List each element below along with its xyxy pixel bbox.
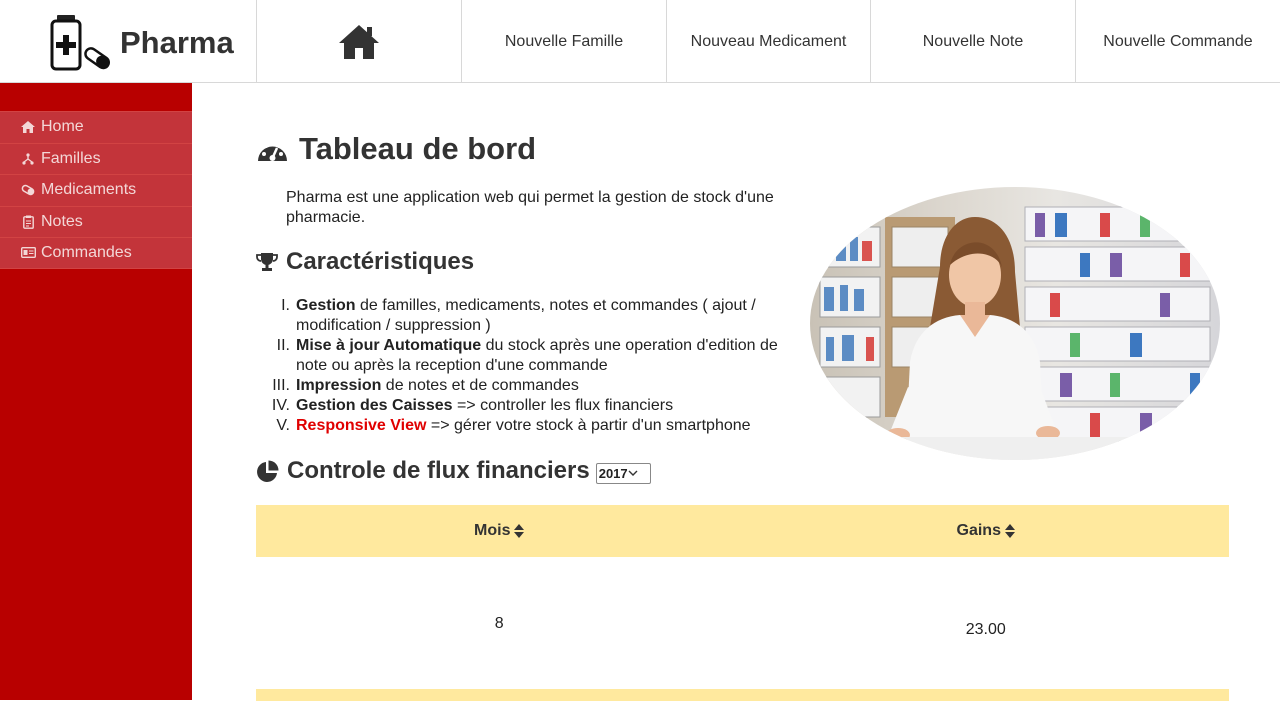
feature-item: I. Gestion de familles, medicaments, note… [281, 297, 756, 334]
sidebar-menu: Home Familles Medicaments Notes Commande… [0, 111, 192, 269]
sidebar-item-medicaments[interactable]: Medicaments [0, 174, 192, 206]
feature-item: V. Responsive View => gérer votre stock à… [276, 417, 751, 434]
features-heading-text: Caractéristiques [286, 248, 475, 275]
nav-nouveau-medicament[interactable]: Nouveau Medicament [667, 0, 871, 83]
feature-item: IV. Gestion des Caisses => controller les… [271, 397, 674, 414]
flux-heading: Controle de flux financiers 2017 [256, 457, 651, 485]
column-header-gains[interactable]: Gains [743, 505, 1230, 557]
sidebar-item-familles[interactable]: Familles [0, 142, 192, 174]
sidebar-item-label: Commandes [41, 243, 132, 261]
nav-nouvelle-note[interactable]: Nouvelle Note [871, 0, 1076, 83]
sidebar: Home Familles Medicaments Notes Commande… [0, 83, 192, 700]
top-navbar: Pharma Nouvelle Famille Nouveau Medicame… [0, 0, 1280, 83]
home-icon [339, 24, 379, 59]
medicine-bottle-icon [50, 15, 110, 71]
year-select-value: 2017 [598, 465, 628, 481]
table-cell-mois: 8 [494, 615, 504, 632]
feature-item: II. Mise à jour Automatique du stock aprè… [276, 337, 778, 374]
pills-icon [20, 182, 36, 198]
nav-home-button[interactable] [257, 0, 462, 83]
brand-name: Pharma [120, 25, 234, 60]
sort-icon [514, 524, 525, 538]
chevron-down-icon [628, 470, 638, 476]
sidebar-item-label: Medicaments [41, 181, 137, 199]
sidebar-item-home[interactable]: Home [0, 111, 192, 143]
flux-heading-text: Controle de flux financiers [287, 457, 590, 484]
feature-item: III. Impression de notes et de commandes [272, 377, 579, 394]
table-row: 8 23.00 [256, 557, 1229, 689]
nav-nouvelle-commande[interactable]: Nouvelle Commande [1076, 0, 1280, 83]
pharmacist-image [810, 187, 1220, 460]
page-title: Tableau de bord [256, 131, 536, 167]
brand[interactable]: Pharma [0, 0, 257, 83]
nav-nouvelle-famille[interactable]: Nouvelle Famille [462, 0, 667, 83]
sidebar-item-label: Home [41, 118, 84, 136]
home-icon [20, 119, 36, 135]
sitemap-icon [20, 151, 36, 167]
sort-icon [1004, 524, 1015, 538]
trophy-icon [256, 253, 278, 271]
features-heading: Caractéristiques [256, 248, 474, 276]
features-list: I. Gestion de familles, medicaments, note… [271, 296, 796, 436]
id-card-icon [20, 245, 36, 261]
sidebar-item-label: Notes [41, 212, 83, 230]
year-select[interactable]: 2017 [595, 462, 651, 484]
sidebar-item-label: Familles [41, 149, 101, 167]
clipboard-icon [20, 214, 36, 230]
column-header-mois[interactable]: Mois [256, 505, 743, 557]
table-footer [256, 689, 1229, 701]
pie-chart-icon [257, 460, 279, 482]
intro-text: Pharma est une application web qui perme… [286, 189, 774, 226]
table-header: Mois Gains [256, 505, 1229, 557]
table-cell-gains: 23.00 [965, 621, 1006, 638]
sidebar-item-commandes[interactable]: Commandes [0, 237, 192, 269]
sidebar-item-notes[interactable]: Notes [0, 205, 192, 237]
dashboard-icon [258, 140, 287, 161]
flux-table: Mois Gains 8 23.00 [256, 505, 1229, 701]
page-title-text: Tableau de bord [299, 131, 537, 166]
